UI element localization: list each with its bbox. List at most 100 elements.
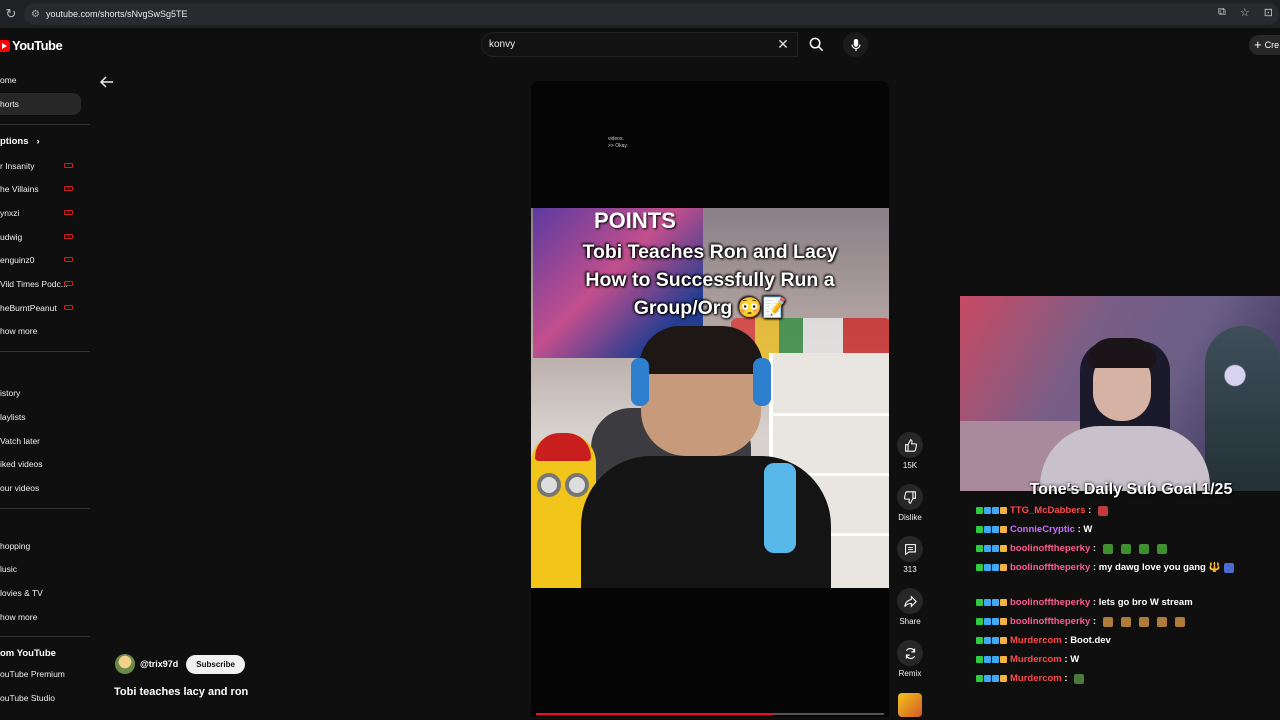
- chat-badges: [976, 613, 1008, 630]
- sidebar-show-more[interactable]: how more: [0, 606, 81, 628]
- chat-badges: [976, 559, 1008, 576]
- sidebar-divider: [0, 636, 90, 637]
- avatar[interactable]: [115, 654, 135, 674]
- person-hair: [639, 326, 763, 374]
- live-icon: [64, 305, 73, 310]
- chat-username: Murdercom: [1010, 654, 1062, 666]
- emote-icon: [1138, 543, 1149, 554]
- chat-message: Murdercom :: [976, 670, 1276, 687]
- channel-name[interactable]: @trix97d: [140, 659, 178, 669]
- share-action[interactable]: Share: [897, 588, 923, 626]
- sidebar-item-subscription[interactable]: he Villains: [0, 178, 81, 200]
- sidebar-item-youtube-premium[interactable]: ouTube Premium: [0, 663, 81, 685]
- show-more-label: how more: [0, 326, 38, 336]
- sidebar-divider: [0, 351, 90, 352]
- badge-icon: [992, 674, 999, 682]
- clear-search-icon[interactable]: ✕: [773, 36, 793, 53]
- emote-icon: [1097, 505, 1108, 516]
- water-bottle: [764, 463, 796, 553]
- bookmark-star-icon[interactable]: ☆: [1240, 6, 1250, 19]
- youtube-play-icon: [0, 39, 10, 52]
- dislike-label: Dislike: [898, 513, 922, 522]
- subscribe-button[interactable]: Subscribe: [186, 654, 245, 674]
- sidebar-item-subscription[interactable]: r Insanity: [0, 155, 81, 177]
- chat-badges: [976, 670, 1008, 687]
- sidebar-item-subscription[interactable]: enguinz0: [0, 249, 81, 271]
- sidebar-divider: [0, 124, 90, 125]
- more-from-youtube-heading: om YouTube: [0, 648, 56, 659]
- chat-badges: [976, 632, 1008, 649]
- sidebar-item-liked-videos[interactable]: iked videos: [0, 453, 81, 475]
- sidebar-item-history[interactable]: istory: [0, 382, 81, 404]
- sidebar-item-home[interactable]: ome: [0, 69, 81, 91]
- remix-action[interactable]: Remix: [897, 640, 923, 678]
- search-input[interactable]: konvy: [489, 39, 773, 50]
- search-button[interactable]: [800, 32, 832, 57]
- badge-icon: [984, 598, 991, 606]
- install-app-icon[interactable]: ⧉: [1218, 6, 1226, 19]
- sidebar-item-music[interactable]: lusic: [0, 558, 81, 580]
- chat-text: W: [1070, 654, 1080, 666]
- shorts-player[interactable]: videos. >> Okay. POINTS Tobi Teaches Ron…: [531, 81, 889, 717]
- create-button[interactable]: + Cre: [1249, 35, 1280, 55]
- plus-icon: +: [1254, 37, 1262, 52]
- sidebar-item-subscription[interactable]: heBurntPeanut: [0, 297, 81, 319]
- chat-message: Murdercom : Boot.dev: [976, 632, 1276, 649]
- sidebar-item-playlists[interactable]: laylists: [0, 406, 81, 428]
- comments-button[interactable]: [897, 536, 923, 562]
- sidebar-item-subscription[interactable]: ynxzi: [0, 202, 81, 224]
- progress-bar[interactable]: [536, 713, 884, 715]
- sound-thumbnail[interactable]: [898, 693, 922, 717]
- webcam-christmas-tree: [1205, 326, 1280, 491]
- badge-icon: [976, 674, 983, 682]
- sidebar-item-your-videos[interactable]: our videos: [0, 477, 81, 499]
- subscriptions-heading[interactable]: ptions ›: [0, 136, 40, 147]
- chat-text: my dawg love you gang 🔱: [1098, 562, 1221, 574]
- chat-message: ConnieCryptic : W: [976, 521, 1276, 538]
- channel-row: @trix97d Subscribe: [115, 654, 245, 674]
- live-icon: [64, 163, 73, 168]
- channel-name: ynxzi: [0, 208, 20, 218]
- voice-search-button[interactable]: [843, 32, 868, 57]
- video-frame[interactable]: POINTS Tobi Teaches Ron and Lacy How to …: [531, 208, 889, 588]
- sidebar-item-subscription[interactable]: Vild Times Podc...: [0, 273, 81, 295]
- youtube-logo[interactable]: YouTube: [0, 38, 63, 53]
- live-icon: [64, 210, 73, 215]
- chat-badges: [976, 502, 1008, 519]
- sidebar-divider: [0, 508, 90, 509]
- dislike-button[interactable]: [897, 484, 923, 510]
- reload-icon[interactable]: ↻: [2, 6, 20, 22]
- sidebar-item-watch-later[interactable]: Vatch later: [0, 430, 81, 452]
- badge-icon: [1000, 525, 1007, 533]
- sidebar-item-shopping[interactable]: hopping: [0, 535, 81, 557]
- badge-icon: [1000, 506, 1007, 514]
- chevron-right-icon: ›: [36, 136, 40, 147]
- like-button[interactable]: [897, 432, 923, 458]
- chat-message: Murdercom : W: [976, 651, 1276, 668]
- share-button[interactable]: [897, 588, 923, 614]
- emote-icon: [1156, 543, 1167, 554]
- remix-button[interactable]: [897, 640, 923, 666]
- share-label: Share: [899, 617, 921, 626]
- search-box[interactable]: konvy ✕: [481, 32, 798, 57]
- short-title[interactable]: Tobi teaches lacy and ron: [114, 686, 248, 698]
- extensions-icon[interactable]: ⊡: [1264, 6, 1273, 19]
- sidebar-item-shorts[interactable]: horts: [0, 93, 81, 115]
- chat-message: TTG_McDabbers :: [976, 502, 1276, 519]
- overlay-title-text: Tobi Teaches Ron and Lacy How to Success…: [582, 241, 838, 319]
- address-bar[interactable]: ⚙ youtube.com/shorts/sNvgSwSg5TE ⧉ ☆ ⊡: [24, 3, 1279, 25]
- back-arrow-icon[interactable]: [99, 74, 115, 90]
- comments-action[interactable]: 313: [897, 536, 923, 574]
- badge-icon: [984, 636, 991, 644]
- badge-icon: [984, 563, 991, 571]
- sidebar-item-movies-tv[interactable]: lovies & TV: [0, 582, 81, 604]
- browser-toolbar: ↻ ⚙ youtube.com/shorts/sNvgSwSg5TE ⧉ ☆ ⊡: [0, 0, 1280, 28]
- like-action[interactable]: 15K: [897, 432, 923, 470]
- streamer-webcam: [960, 296, 1280, 491]
- chat-username: Murdercom: [1010, 673, 1062, 685]
- site-info-icon[interactable]: ⚙: [31, 9, 43, 20]
- sidebar-show-more[interactable]: how more: [0, 320, 81, 342]
- sidebar-item-youtube-studio[interactable]: ouTube Studio: [0, 687, 81, 709]
- dislike-action[interactable]: Dislike: [897, 484, 923, 522]
- sidebar-item-subscription[interactable]: udwig: [0, 226, 81, 248]
